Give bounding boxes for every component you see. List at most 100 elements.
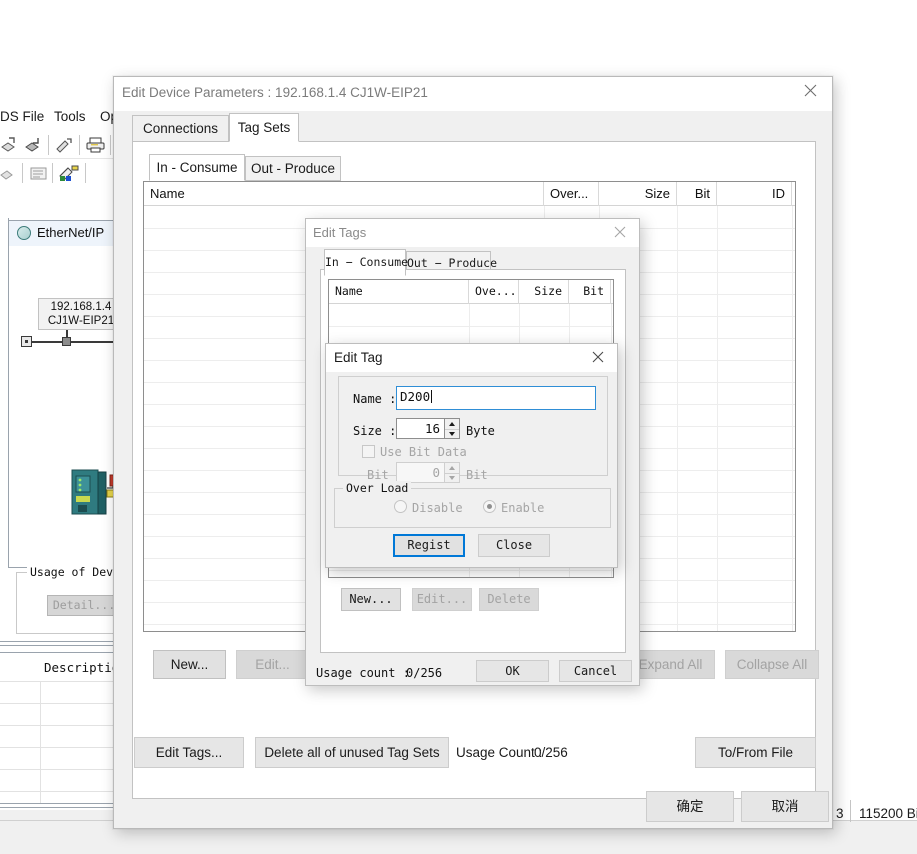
close-button[interactable]: Close [478, 534, 550, 557]
status-left-fragment: 3 [836, 806, 844, 821]
column-header-over[interactable]: Over... [544, 182, 599, 206]
cancel-button[interactable]: 取消 [741, 791, 829, 822]
use-bit-data-checkbox[interactable] [362, 445, 375, 458]
size-unit-label: Byte [466, 424, 495, 438]
tab-tag-sets[interactable]: Tag Sets [229, 113, 299, 142]
over-load-group: Over Load [334, 481, 611, 528]
network-terminator [21, 336, 32, 347]
bit-label: Bit [367, 468, 389, 482]
spin-down-icon[interactable] [445, 473, 459, 482]
grid-line [717, 206, 718, 631]
row-divider [329, 570, 613, 571]
column-header-id[interactable]: ID [717, 182, 792, 206]
column-header-size[interactable]: Size [519, 280, 569, 304]
edit-tag-titlebar[interactable]: Edit Tag [326, 344, 617, 372]
usage-count-label: Usage count : [316, 666, 410, 680]
spin-up-icon[interactable] [445, 419, 459, 428]
column-header-bit[interactable]: Bit [677, 182, 717, 206]
device-ip: 192.168.1.4 [50, 301, 112, 313]
usage-count-value: 0/256 [534, 745, 568, 760]
bit-stepper[interactable]: 0 [396, 462, 460, 483]
edit-tags-button[interactable]: Edit Tags... [134, 737, 244, 768]
tab-connections[interactable]: Connections [132, 115, 229, 142]
tag-set-list-header: Name Over... Size Bit ID [144, 182, 795, 206]
toolbar-separator [79, 135, 80, 155]
over-load-disable-label: Disable [412, 501, 463, 515]
new-tag-set-button[interactable]: New... [153, 650, 226, 679]
status-baud-rate: 115200 Bit/s [859, 806, 917, 821]
use-bit-data-label: Use Bit Data [380, 445, 467, 459]
device-label: 192.168.1.4 CJ1W-EIP21 [38, 298, 124, 330]
over-load-disable-radio[interactable] [394, 500, 407, 513]
subtab-in-consume[interactable]: In − Consume [324, 249, 408, 276]
network-node [62, 337, 71, 346]
bit-unit-label: Bit [466, 468, 488, 482]
edp-title: Edit Device Parameters : 192.168.1.4 CJ1… [122, 85, 428, 100]
print-icon[interactable] [85, 135, 107, 155]
device-monitor-icon[interactable] [54, 135, 76, 155]
size-spin-buttons[interactable] [444, 418, 460, 439]
edp-tabstrip: Connections Tag Sets [132, 113, 816, 142]
regist-button[interactable]: Regist [393, 534, 465, 557]
download-device-icon[interactable] [24, 135, 46, 155]
over-load-enable-radio[interactable] [483, 500, 496, 513]
network-upload-icon[interactable] [0, 163, 22, 183]
edit-tag-button[interactable]: Edit... [412, 588, 472, 611]
toolbar-row-2 [0, 159, 130, 189]
device-parameters-icon[interactable] [58, 163, 80, 183]
column-header-ove[interactable]: Ove... [469, 280, 519, 304]
spin-up-icon[interactable] [445, 463, 459, 472]
size-stepper[interactable]: 16 [396, 418, 460, 439]
edit-tag-dialog: Edit Tag Name : D200 Size : 16 Byte Use … [325, 343, 618, 568]
delete-unused-tag-sets-button[interactable]: Delete all of unused Tag Sets [255, 737, 449, 768]
over-load-enable-label: Enable [501, 501, 545, 515]
ok-button[interactable]: 确定 [646, 791, 734, 822]
edit-tags-cancel-button[interactable]: Cancel [559, 660, 632, 682]
grid-line [677, 206, 678, 631]
size-value[interactable]: 16 [396, 418, 444, 439]
detail-button[interactable]: Detail... [47, 595, 121, 616]
close-icon[interactable] [788, 77, 832, 109]
status-divider [850, 800, 851, 822]
edp-titlebar[interactable]: Edit Device Parameters : 192.168.1.4 CJ1… [114, 77, 832, 111]
toolbar-separator [52, 163, 53, 183]
toolbar-separator [48, 135, 49, 155]
bit-spin-buttons[interactable] [444, 462, 460, 483]
ethernet-ip-icon [17, 226, 31, 240]
device-model: CJ1W-EIP21 [47, 315, 115, 327]
column-header-name[interactable]: Name [329, 280, 469, 304]
delete-tag-button[interactable]: Delete [479, 588, 539, 611]
column-header-size[interactable]: Size [599, 182, 677, 206]
spin-down-icon[interactable] [445, 429, 459, 438]
subtab-in-consume[interactable]: In - Consume [149, 154, 245, 181]
menu-item-tools[interactable]: Tools [54, 109, 86, 124]
edit-tags-title: Edit Tags [313, 225, 367, 240]
upload-device-icon[interactable] [0, 135, 22, 155]
tag-name-input[interactable]: D200 [396, 386, 596, 410]
toolbar-separator [22, 163, 23, 183]
close-icon[interactable] [603, 219, 637, 247]
name-label: Name : [353, 392, 397, 406]
edit-tag-set-button[interactable]: Edit... [236, 650, 309, 679]
report-icon[interactable] [28, 163, 50, 183]
toolbar-separator [110, 135, 111, 155]
size-label: Size : [353, 424, 397, 438]
network-tab-label: EtherNet/IP [37, 225, 105, 240]
tag-name-value: D200 [400, 389, 431, 404]
menu-item-ds-file[interactable]: DS File [0, 109, 44, 124]
tag-list-header: Name Ove... Size Bit [329, 280, 613, 304]
column-header-bit[interactable]: Bit [569, 280, 611, 304]
edit-tags-titlebar[interactable]: Edit Tags [306, 219, 639, 247]
usage-count-label: Usage Count : [456, 745, 543, 760]
row-divider [329, 326, 613, 327]
grid-line [40, 681, 41, 803]
new-tag-button[interactable]: New... [341, 588, 401, 611]
collapse-all-button[interactable]: Collapse All [725, 650, 819, 679]
column-header-name[interactable]: Name [144, 182, 544, 206]
over-load-legend: Over Load [343, 481, 412, 495]
edit-tags-ok-button[interactable]: OK [476, 660, 549, 682]
subtab-out-produce[interactable]: Out - Produce [245, 156, 341, 181]
close-icon[interactable] [581, 344, 615, 372]
to-from-file-button[interactable]: To/From File [695, 737, 816, 768]
bit-value[interactable]: 0 [396, 462, 444, 483]
